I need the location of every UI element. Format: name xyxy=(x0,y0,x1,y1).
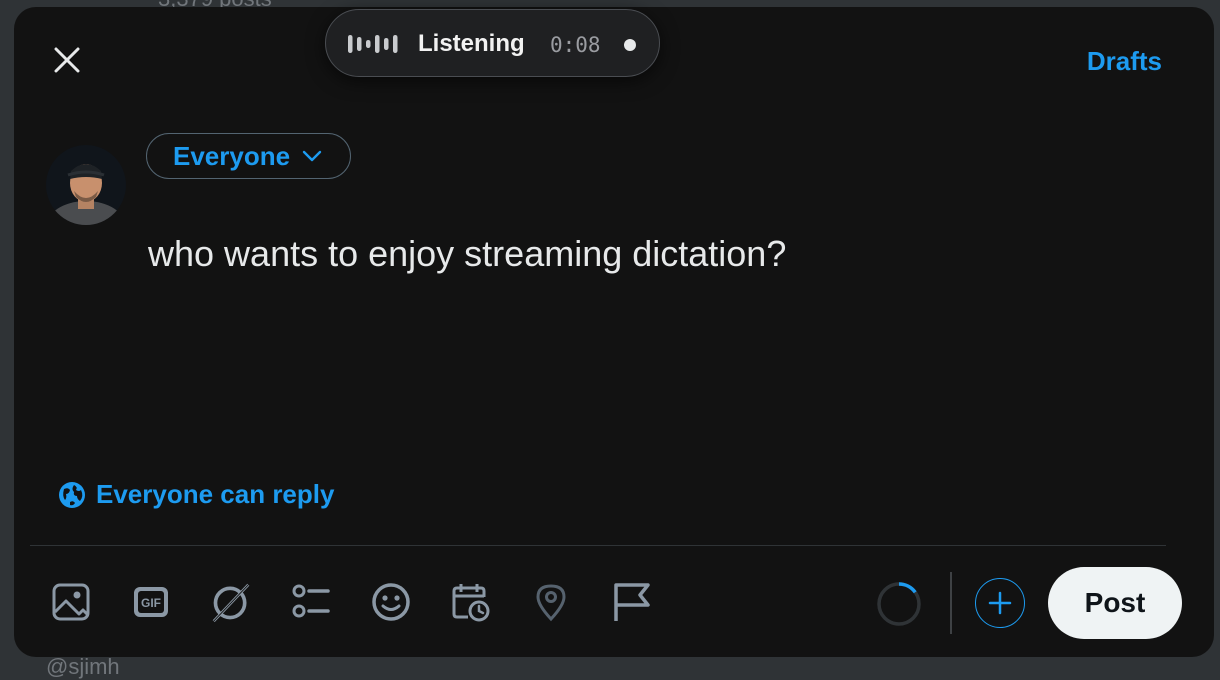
audience-selector[interactable]: Everyone xyxy=(146,133,352,179)
flag-button[interactable] xyxy=(610,581,652,623)
location-icon xyxy=(536,584,566,622)
grok-icon xyxy=(212,583,250,623)
waveform-icon xyxy=(348,35,398,53)
image-icon xyxy=(52,583,90,621)
reply-settings-button[interactable]: Everyone can reply xyxy=(58,479,334,510)
emoji-icon xyxy=(372,583,410,621)
recording-dot[interactable] xyxy=(624,39,636,51)
close-button[interactable] xyxy=(50,43,84,77)
drafts-button[interactable]: Drafts xyxy=(1087,46,1162,77)
reply-settings-label: Everyone can reply xyxy=(96,479,335,509)
dictation-indicator: Listening 0:08 xyxy=(325,9,660,77)
gif-button[interactable]: GIF xyxy=(130,581,172,623)
gif-icon: GIF xyxy=(134,587,168,617)
flag-icon xyxy=(614,583,650,621)
schedule-button[interactable] xyxy=(450,581,492,623)
avatar[interactable] xyxy=(46,145,126,225)
dictation-timer: 0:08 xyxy=(550,33,601,57)
compose-textarea[interactable]: who wants to enjoy streaming dictation? xyxy=(148,233,786,275)
location-button xyxy=(530,581,572,623)
close-icon xyxy=(54,47,80,73)
svg-text:GIF: GIF xyxy=(141,596,161,610)
chevron-down-icon xyxy=(302,150,322,162)
post-button[interactable]: Post xyxy=(1048,567,1182,639)
audience-label: Everyone xyxy=(173,140,291,171)
poll-icon xyxy=(292,584,330,618)
media-button[interactable] xyxy=(50,581,92,623)
background-handle: @sjimh xyxy=(46,654,120,679)
globe-icon xyxy=(59,481,85,508)
divider xyxy=(30,545,1166,546)
dictation-status: Listening xyxy=(418,30,525,57)
add-post-button[interactable] xyxy=(975,578,1025,628)
character-count-progress xyxy=(877,582,921,626)
grok-button[interactable] xyxy=(210,581,252,623)
plus-icon xyxy=(988,591,1012,615)
toolbar-separator xyxy=(950,572,952,634)
poll-button[interactable] xyxy=(290,581,332,623)
compose-modal: Drafts Everyone who wants to enjoy strea… xyxy=(14,7,1214,657)
emoji-button[interactable] xyxy=(370,581,412,623)
schedule-icon xyxy=(452,584,490,622)
